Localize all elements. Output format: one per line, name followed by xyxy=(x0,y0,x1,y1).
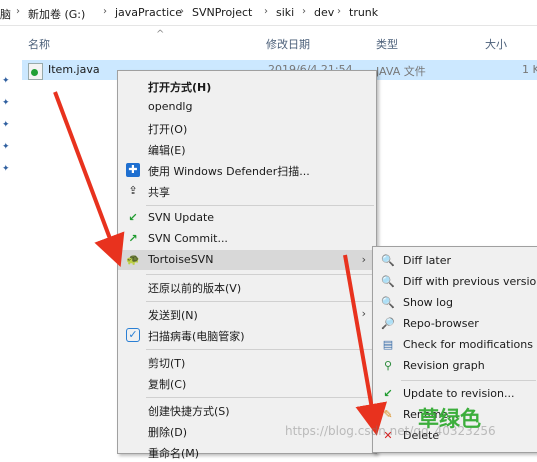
arrow-to-delete xyxy=(343,254,387,436)
annotation-arrows xyxy=(53,91,387,436)
annotation-label: 草绿色 xyxy=(418,407,481,431)
arrow-to-tortoisesvn xyxy=(53,91,125,267)
